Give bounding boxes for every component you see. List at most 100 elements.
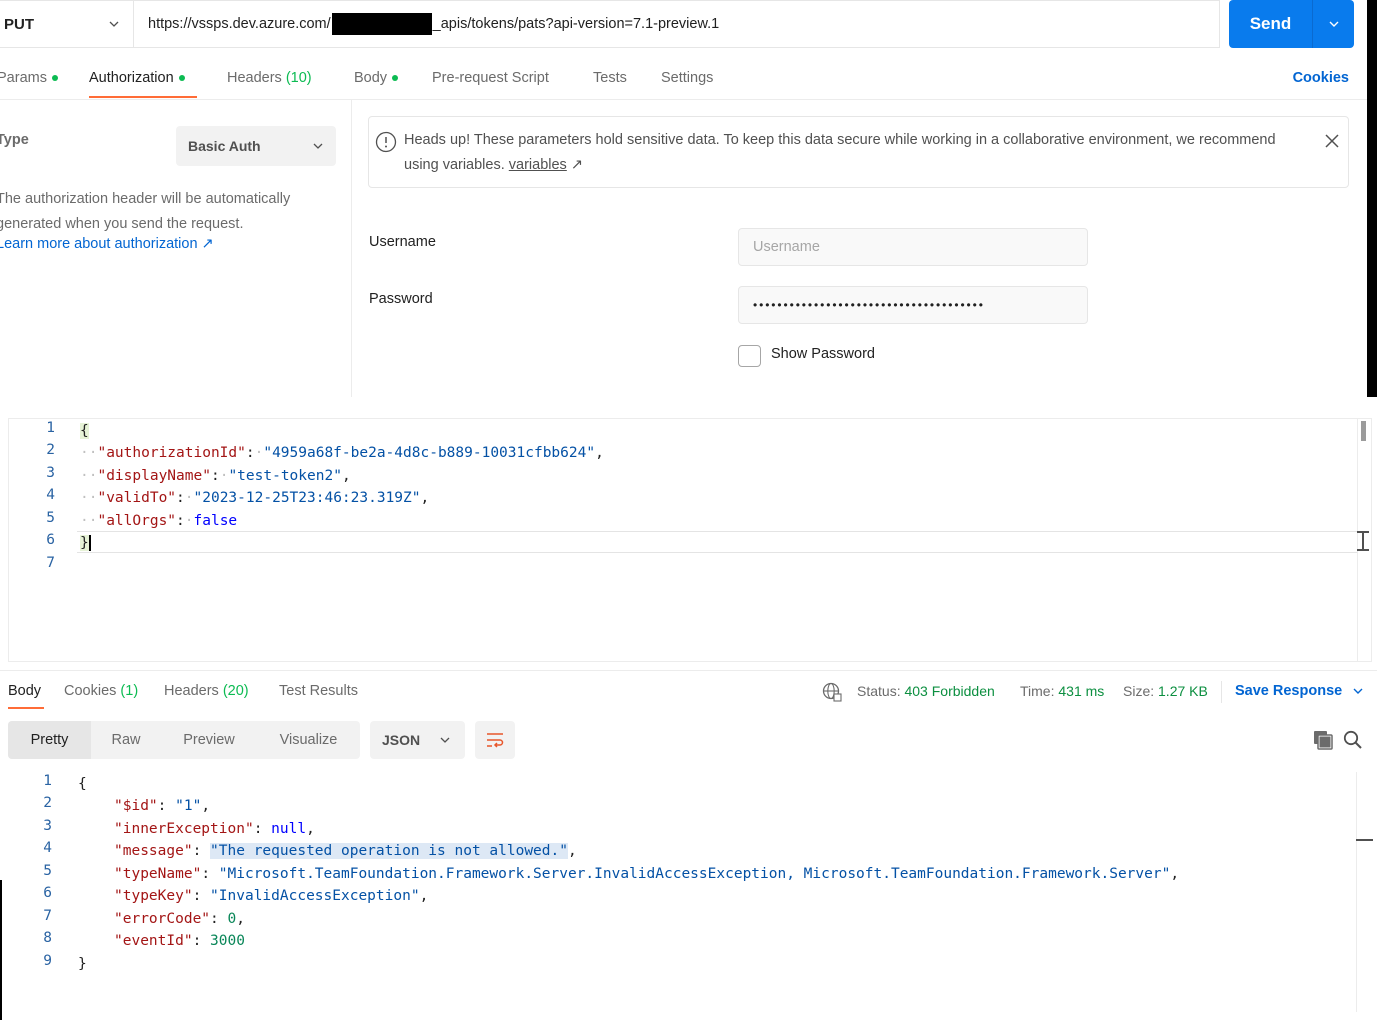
auth-type-select[interactable]: Basic Auth (176, 126, 336, 166)
status-label: Status: (857, 683, 901, 699)
line-number: 5 (46, 510, 55, 526)
json-value: null (271, 821, 307, 837)
line-number: 2 (43, 795, 52, 811)
url-prefix: https://vssps.dev.azure.com/ (148, 16, 331, 32)
view-preview[interactable]: Preview (161, 721, 257, 759)
tab-body[interactable]: Body (354, 70, 399, 86)
cookies-link[interactable]: Cookies (1293, 70, 1349, 86)
line-number: 6 (46, 532, 55, 548)
tab-headers[interactable]: Headers (10) (227, 70, 312, 86)
auth-description: The authorization header will be automat… (0, 191, 291, 232)
format-select[interactable]: JSON (370, 721, 465, 759)
tab-count: (10) (285, 70, 312, 86)
json-value: 3000 (210, 933, 245, 949)
response-status[interactable]: Status: 403 Forbidden (857, 683, 995, 699)
json-key: "authorizationId" (97, 445, 246, 461)
wrap-lines-button[interactable] (475, 721, 515, 759)
line-number: 4 (43, 840, 52, 856)
line-number: 6 (43, 885, 52, 901)
view-raw[interactable]: Raw (91, 721, 161, 759)
window-edge-bar (1367, 0, 1377, 397)
chevron-down-icon (109, 21, 119, 27)
divider (1221, 681, 1222, 703)
tab-params[interactable]: Params (0, 70, 58, 86)
response-tabs: Body Cookies (1) Headers (20) Test Resul… (0, 670, 1377, 712)
close-icon[interactable] (1324, 133, 1340, 149)
tab-settings[interactable]: Settings (661, 70, 713, 86)
line-number: 7 (46, 555, 55, 571)
json-key: "$id" (114, 798, 158, 814)
json-value: "1" (175, 798, 202, 814)
tab-label: Headers (227, 70, 282, 86)
view-visualize[interactable]: Visualize (257, 721, 360, 759)
tab-pre-request-script[interactable]: Pre-request Script (432, 70, 549, 86)
brace-close: } (80, 535, 91, 551)
tab-label: Params (0, 70, 47, 86)
tab-label: Body (354, 70, 388, 86)
current-line-highlight (77, 531, 1357, 553)
search-icon[interactable] (1343, 730, 1363, 750)
resp-tab-headers[interactable]: Headers (20) (164, 683, 249, 699)
json-key: "eventId" (114, 933, 193, 949)
resp-tab-test-results[interactable]: Test Results (279, 683, 358, 699)
response-scrollbar[interactable] (1356, 772, 1357, 1012)
json-key: "message" (114, 843, 193, 859)
request-body-editor[interactable]: 1 2 3 4 5 6 7 { ··"authorizationId":·"49… (8, 418, 1372, 662)
line-number: 3 (46, 465, 55, 481)
code-line: ··"allOrgs":·false (80, 513, 238, 529)
response-size[interactable]: Size: 1.27 KB (1123, 683, 1208, 699)
code-line: "innerException": null, (114, 821, 315, 837)
url-suffix: _apis/tokens/pats?api-version=7.1-previe… (432, 16, 720, 32)
tab-label: Headers (164, 683, 219, 699)
resp-tab-cookies[interactable]: Cookies (1) (64, 683, 138, 699)
code-line: } (80, 532, 91, 554)
send-options-button[interactable] (1313, 0, 1354, 48)
line-number: 4 (46, 487, 55, 503)
tab-authorization[interactable]: Authorization (89, 70, 185, 86)
response-body-viewer[interactable]: 1 2 3 4 5 6 7 8 9 { "$id": "1", "innerEx… (0, 772, 1377, 1020)
auth-type-panel: Type Basic Auth The authorization header… (0, 100, 352, 397)
password-input[interactable]: •••••••••••••••••••••••••••••••••••••• (738, 286, 1088, 324)
json-key: "errorCode" (114, 911, 211, 927)
response-view-toggle: Pretty Raw Preview Visualize (8, 721, 360, 759)
view-pretty[interactable]: Pretty (8, 721, 91, 759)
tab-tests[interactable]: Tests (593, 70, 627, 86)
json-value: "InvalidAccessException" (210, 888, 420, 904)
scroll-marker (1356, 839, 1373, 841)
save-response-button[interactable]: Save Response (1235, 683, 1364, 699)
json-value: 0 (227, 911, 237, 927)
line-number: 1 (46, 420, 55, 436)
scrollbar-thumb[interactable] (1361, 421, 1366, 441)
copy-icon[interactable] (1313, 730, 1333, 750)
variables-link[interactable]: variables (509, 157, 567, 173)
json-value: "test-token2" (228, 468, 342, 484)
request-url-bar: PUT https://vssps.dev.azure.com/ _apis/t… (0, 0, 1220, 48)
chevron-down-icon (1353, 688, 1363, 695)
username-input[interactable]: Username (738, 228, 1088, 266)
json-key: "typeName" (114, 866, 202, 882)
code-line: { (78, 776, 87, 792)
password-label: Password (369, 291, 433, 307)
send-button[interactable]: Send (1229, 0, 1313, 48)
tab-label: Authorization (89, 70, 174, 86)
json-value: false (193, 513, 238, 529)
sensitive-data-warning: Heads up! These parameters hold sensitiv… (368, 116, 1349, 188)
response-time[interactable]: Time: 431 ms (1020, 683, 1104, 699)
resp-tab-body[interactable]: Body (8, 683, 41, 699)
info-icon (375, 131, 397, 153)
json-key: "typeKey" (114, 888, 193, 904)
url-input[interactable]: https://vssps.dev.azure.com/ _apis/token… (134, 13, 719, 35)
request-tabs: Params Authorization Headers (10) Body P… (0, 56, 1377, 100)
method-select[interactable]: PUT (0, 1, 134, 47)
code-line: "typeKey": "InvalidAccessException", (114, 888, 429, 904)
code-line: ··"displayName":·"test-token2", (80, 468, 351, 484)
code-line: "message": "The requested operation is n… (114, 843, 577, 859)
learn-more-link[interactable]: Learn more about authorization ↗ (0, 236, 214, 252)
code-line: ··"validTo":·"2023-12-25T23:46:23.319Z", (80, 490, 430, 506)
status-dot-icon (178, 75, 185, 82)
status-dot-icon (392, 75, 399, 82)
globe-network-icon[interactable] (822, 682, 842, 702)
line-number: 7 (43, 908, 52, 924)
username-label: Username (369, 234, 436, 250)
show-password-checkbox[interactable] (738, 345, 761, 367)
